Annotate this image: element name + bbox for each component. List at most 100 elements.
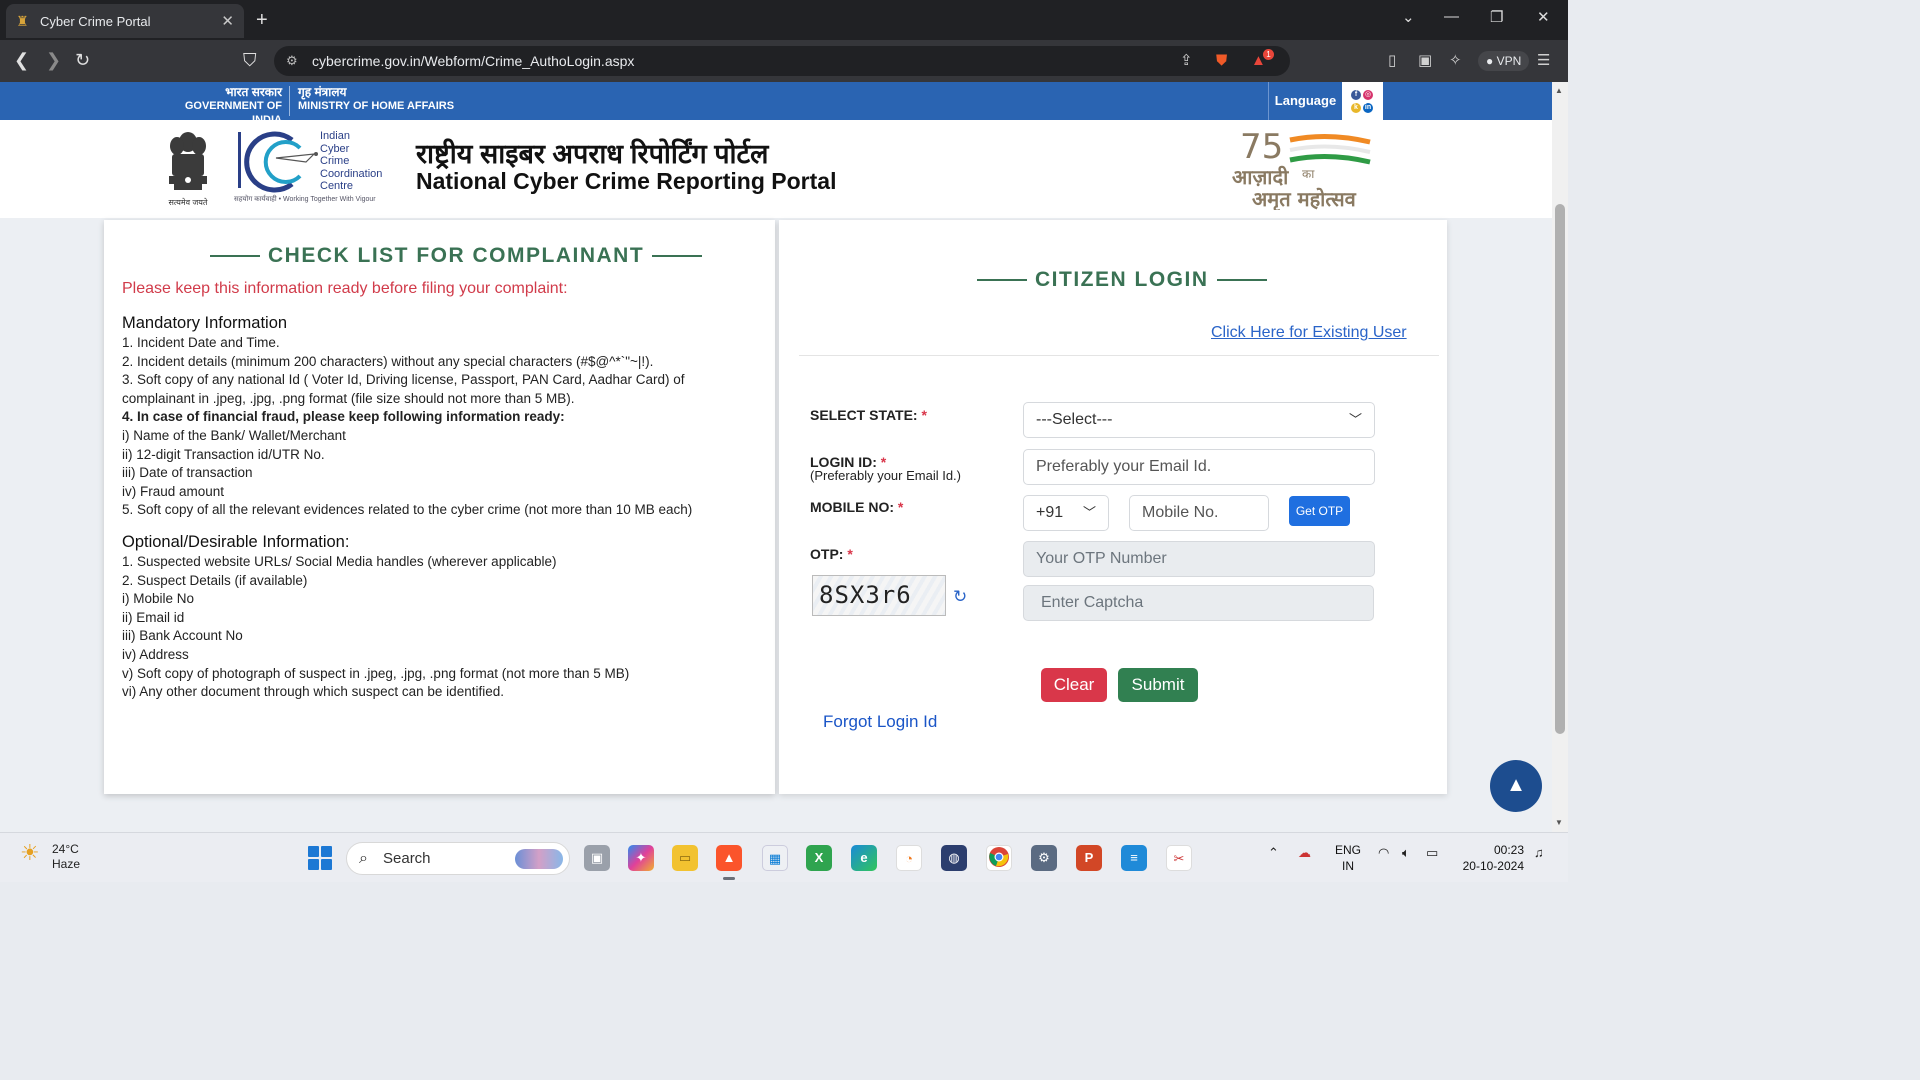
- wifi-icon[interactable]: ◠: [1378, 845, 1389, 861]
- browser-title-bar: ♜ Cyber Crime Portal ✕ + ⌄ — ❐ ✕: [0, 0, 1568, 40]
- vpn-label: VPN: [1496, 54, 1522, 68]
- sidebar-icon[interactable]: ▯: [1388, 52, 1396, 70]
- cloud-sync-error-icon[interactable]: ☁: [1298, 845, 1311, 861]
- settings-gear-icon[interactable]: ⚙: [1031, 845, 1057, 871]
- submit-button[interactable]: Submit: [1118, 668, 1198, 702]
- government-bar: भारत सरकार GOVERNMENT OF INDIA गृह मंत्र…: [0, 82, 1552, 126]
- copilot-icon[interactable]: ✦: [628, 845, 654, 871]
- system-clock[interactable]: 00:23 20-10-2024: [1458, 842, 1524, 874]
- tab-search-chevron-icon[interactable]: ⌄: [1402, 8, 1415, 26]
- gov-divider: [289, 86, 290, 116]
- forgot-login-id-link[interactable]: Forgot Login Id: [823, 712, 937, 732]
- country-code-value: +91: [1036, 504, 1064, 521]
- spreadsheet-app-icon[interactable]: X: [806, 845, 832, 871]
- scrollbar-thumb[interactable]: [1555, 204, 1565, 734]
- web-page: भारत सरकार GOVERNMENT OF INDIA गृह मंत्र…: [0, 82, 1552, 832]
- list-item: i) Name of the Bank/ Wallet/Merchant: [122, 427, 346, 443]
- koo-icon[interactable]: k: [1351, 103, 1361, 113]
- site-header: सत्यमेव जयते Indian Cyber Crime Coordina…: [0, 120, 1552, 218]
- otp-input[interactable]: Your OTP Number: [1023, 541, 1375, 577]
- page-scrollbar[interactable]: ▲ ▼: [1552, 82, 1568, 832]
- notifications-bell-icon[interactable]: ♫: [1534, 845, 1544, 860]
- wallet-icon[interactable]: ▣: [1418, 52, 1432, 70]
- battery-icon[interactable]: ▭: [1426, 845, 1438, 861]
- i4c-name: Indian Cyber Crime Coordination Centre: [320, 130, 382, 193]
- back-icon[interactable]: ❮: [14, 50, 29, 70]
- instagram-icon[interactable]: ◎: [1363, 90, 1373, 100]
- mobile-input[interactable]: Mobile No.: [1129, 495, 1269, 531]
- azadi-ka-amrit-mahotsav-logo: 75 आज़ादी का अमृत महोत्सव: [1232, 127, 1371, 210]
- gov-hindi: भारत सरकार: [225, 85, 282, 99]
- notepad-icon[interactable]: ≡: [1121, 845, 1147, 871]
- otp-label: OTP: *: [810, 546, 853, 562]
- scroll-to-top-button[interactable]: ▲: [1490, 760, 1542, 812]
- active-app-indicator: [723, 877, 735, 880]
- otp-label-text: OTP:: [810, 546, 844, 562]
- taskbar-search[interactable]: ⌕ Search: [346, 842, 570, 875]
- brave-shields-icon[interactable]: ⛊: [1216, 52, 1227, 70]
- brave-browser-icon[interactable]: ▲: [716, 845, 742, 871]
- checklist-panel: CHECK LIST FOR COMPLAINANT Please keep t…: [104, 220, 775, 794]
- bookmark-icon[interactable]: ⛉: [243, 50, 257, 70]
- state-label: SELECT STATE: *: [810, 407, 927, 423]
- facebook-icon[interactable]: f: [1351, 90, 1361, 100]
- ministry-of-home-affairs[interactable]: गृह मंत्रालय MINISTRY OF HOME AFFAIRS: [298, 85, 454, 113]
- browser-tab[interactable]: ♜ Cyber Crime Portal ✕: [6, 4, 244, 38]
- language-selector[interactable]: Language: [1268, 82, 1342, 120]
- list-item: i) Mobile No: [122, 591, 195, 607]
- show-hidden-icons-chevron-icon[interactable]: ⌃: [1268, 845, 1279, 861]
- required-mark: *: [897, 499, 904, 515]
- mandatory-heading: Mandatory Information: [122, 314, 288, 332]
- clear-button[interactable]: Clear: [1041, 668, 1107, 702]
- snipping-tool-icon[interactable]: ✂: [1166, 845, 1192, 871]
- volume-icon[interactable]: 🔈︎: [1402, 845, 1410, 861]
- refresh-captcha-icon[interactable]: ↻: [953, 587, 967, 607]
- task-view-icon[interactable]: ▣: [584, 845, 610, 871]
- forward-icon[interactable]: ❯: [46, 50, 61, 70]
- file-explorer-icon[interactable]: ▭: [672, 845, 698, 871]
- vpn-button[interactable]: ● VPN: [1478, 51, 1530, 71]
- haze-weather-icon: ☀: [20, 840, 40, 865]
- citizen-login-heading: CITIZEN LOGIN: [969, 268, 1275, 292]
- chevron-down-icon: ﹀: [1348, 412, 1362, 427]
- checklist-heading: CHECK LIST FOR COMPLAINANT: [202, 244, 710, 268]
- portal-title-hindi: राष्ट्रीय साइबर अपराध रिपोर्टिंग पोर्टल: [416, 139, 769, 169]
- close-window-icon[interactable]: ✕: [1537, 8, 1550, 26]
- new-tab-icon[interactable]: +: [256, 8, 268, 32]
- edge-browser-icon[interactable]: e: [851, 845, 877, 871]
- linkedin-icon[interactable]: in: [1363, 103, 1373, 113]
- leo-ai-icon[interactable]: ✧: [1449, 52, 1462, 70]
- menu-icon[interactable]: ☰: [1537, 52, 1550, 70]
- globe-app-icon[interactable]: ◍: [941, 845, 967, 871]
- i4c-line: Crime: [320, 155, 350, 167]
- country-code-select[interactable]: +91 ﹀: [1023, 495, 1109, 531]
- powerpoint-icon[interactable]: P: [1076, 845, 1102, 871]
- get-otp-button[interactable]: Get OTP: [1289, 496, 1350, 526]
- start-button[interactable]: [308, 846, 332, 870]
- reload-icon[interactable]: ↻: [75, 50, 90, 70]
- chrome-browser-icon[interactable]: [986, 845, 1012, 871]
- share-icon[interactable]: ⇪: [1180, 52, 1193, 70]
- list-item: 2. Suspect Details (if available): [122, 572, 308, 588]
- minimize-icon[interactable]: —: [1444, 8, 1459, 25]
- state-select[interactable]: ---Select--- ﹀: [1023, 402, 1375, 438]
- scroll-up-icon[interactable]: ▲: [1555, 86, 1563, 95]
- captcha-placeholder: Enter Captcha: [1041, 594, 1144, 611]
- login-id-input[interactable]: Preferably your Email Id.: [1023, 449, 1375, 485]
- required-mark: *: [847, 546, 853, 562]
- list-item: iv) Address: [122, 646, 189, 662]
- restore-icon[interactable]: ❐: [1490, 8, 1503, 26]
- scroll-down-icon[interactable]: ▼: [1555, 818, 1563, 827]
- site-settings-icon[interactable]: ⚙: [286, 46, 298, 76]
- microsoft-store-icon[interactable]: ▦: [762, 845, 788, 871]
- orange-app-icon[interactable]: ◔: [896, 845, 922, 871]
- input-language[interactable]: ENG IN: [1334, 842, 1362, 874]
- existing-user-link[interactable]: Click Here for Existing User: [1211, 324, 1407, 342]
- input-language-code: ENG: [1334, 843, 1361, 857]
- captcha-input[interactable]: Enter Captcha: [1023, 585, 1374, 621]
- close-tab-icon[interactable]: ✕: [221, 12, 234, 30]
- list-item: ii) 12-digit Transaction id/UTR No.: [122, 446, 325, 462]
- list-item: v) Soft copy of photograph of suspect in…: [122, 665, 630, 681]
- checklist-warning: Please keep this information ready befor…: [122, 280, 568, 297]
- address-bar[interactable]: ⚙ cybercrime.gov.in/Webform/Crime_AuthoL…: [274, 46, 1290, 76]
